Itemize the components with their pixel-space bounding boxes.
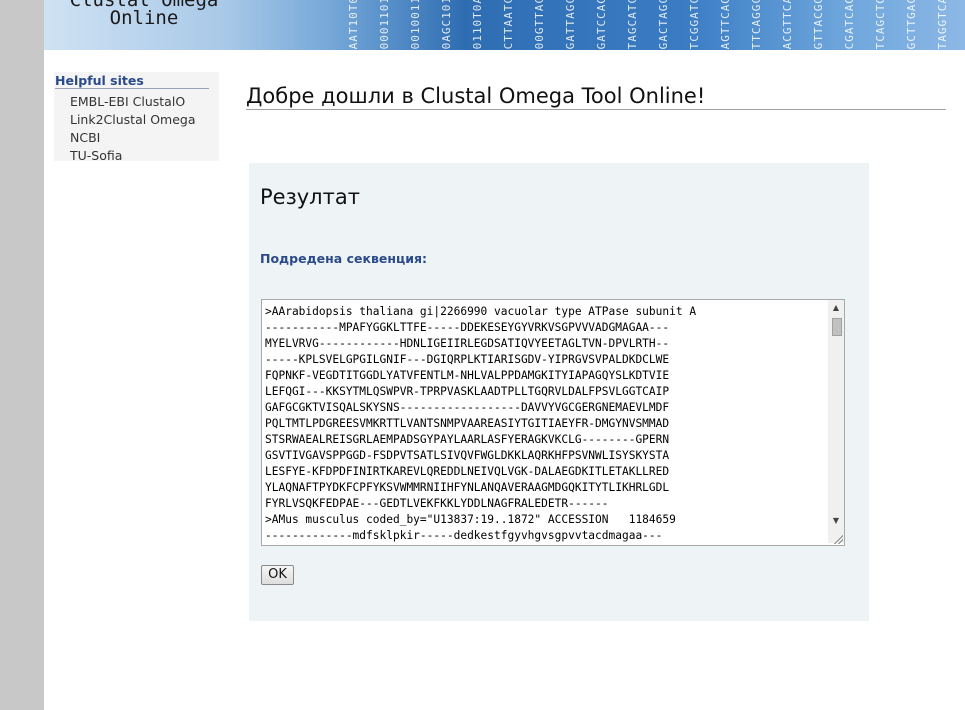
dna-column: 0010011 [409, 0, 422, 50]
dna-column: CGTTACGG [812, 0, 825, 50]
dna-column: GAAT10T0 [349, 0, 360, 50]
dna-column: AGATTAGC [564, 0, 577, 50]
dna-column: T0AGC101 [440, 0, 453, 50]
sidebar-heading: Helpful sites [55, 73, 209, 89]
result-panel: Резултат Подредена секвенция: >AArabidop… [249, 163, 869, 621]
dna-sequence-graphic: GAAT10T0 10001101 0010011 T0AGC101 G0110T0A 0… [349, 0, 965, 50]
dna-column: CGATCCAG [595, 0, 608, 50]
scrollbar-thumb[interactable] [832, 318, 842, 336]
aligned-sequence-textarea[interactable]: >AArabidopsis thaliana gi|2266990 vacuol… [261, 299, 845, 546]
dna-column: TTAGCATC [626, 0, 639, 50]
textarea-scrollbar[interactable]: ▲ ▼ [828, 300, 844, 543]
dna-column: 0CTTAATC [502, 0, 515, 50]
sidebar-helpful-sites: Helpful sites EMBL-EBI ClustalO Link2Clu… [54, 72, 219, 163]
sidebar-link-link2clustal-omega[interactable]: Link2Clustal Omega [70, 112, 196, 127]
dna-column: AGCTTGAC [905, 0, 918, 50]
result-heading: Резултат [260, 185, 360, 209]
dna-column: T00GTTAC [533, 0, 546, 50]
dna-column: CTAGGTCA [936, 0, 949, 50]
dna-column: TCGATCAG [843, 0, 856, 50]
aligned-sequence-text: >AArabidopsis thaliana gi|2266990 vacuol… [265, 305, 697, 542]
site-logo-title: Clustal Omega Online [44, 0, 244, 29]
ok-button[interactable]: OK [261, 565, 294, 585]
sidebar-link-ncbi[interactable]: NCBI [70, 130, 100, 145]
page: GAAT10T0 10001101 0010011 T0AGC101 G0110T0A 0… [44, 0, 965, 710]
header-banner: GAAT10T0 10001101 0010011 T0AGC101 G0110T0A 0… [44, 0, 965, 50]
scroll-down-arrow-icon[interactable]: ▼ [828, 513, 844, 529]
dna-column: GGACTAGC [657, 0, 670, 50]
dna-column: CAGTTCAG [719, 0, 732, 50]
sidebar-link-tu-sofia[interactable]: TU-Sofia [70, 148, 122, 163]
sidebar-link-embl-ebi-clustalo[interactable]: EMBL-EBI ClustalO [70, 94, 185, 109]
site-title-line2: Online [109, 7, 179, 29]
scroll-up-arrow-icon[interactable]: ▲ [828, 300, 844, 316]
dna-column: GTCAGCTG [874, 0, 887, 50]
resize-grip-icon[interactable] [833, 534, 843, 544]
dna-column: G0110T0A [471, 0, 484, 50]
page-title: Добре дошли в Clustal Omega Tool Online! [246, 83, 946, 110]
dna-column: 10001101 [378, 0, 391, 50]
dna-column: GTTCAGGC [750, 0, 763, 50]
aligned-sequence-label: Подредена секвенция: [260, 251, 428, 266]
dna-column: ATCGGATC [688, 0, 701, 50]
dna-column: AACGTTCA [781, 0, 794, 50]
